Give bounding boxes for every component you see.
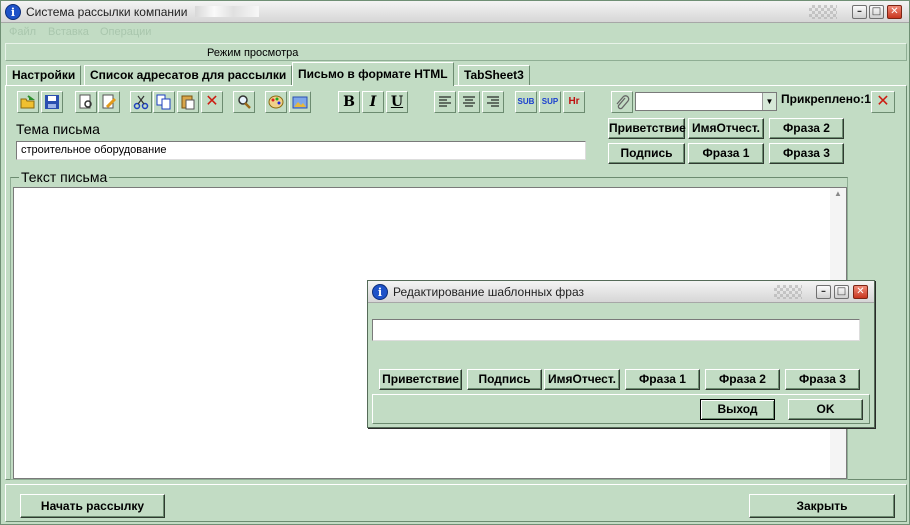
phrase-template-dialog: i Редактирование шаблонных фраз – □ ✕ Пр… [367,280,875,428]
name-patronymic-button[interactable]: ИмяОтчест. [688,118,764,139]
delete-icon: ✕ [205,93,219,110]
body-label: Текст письма [19,169,110,185]
dialog-maximize-button[interactable]: □ [834,285,849,299]
horizontal-rule-button[interactable]: Hr [563,91,585,113]
dialog-signature-button[interactable]: Подпись [467,369,542,390]
dialog-title-bar[interactable]: i Редактирование шаблонных фраз – □ ✕ [368,281,874,303]
align-right-icon [487,96,499,107]
dialog-phrase1-button[interactable]: Фраза 1 [625,369,700,390]
phrase1-button[interactable]: Фраза 1 [688,143,764,164]
save-icon [45,95,59,109]
copy-button[interactable] [153,91,175,113]
phrase-input[interactable] [372,319,860,341]
subject-label: Тема письма [16,121,100,137]
minimize-button[interactable]: – [852,5,867,19]
save-button[interactable] [41,91,63,113]
bold-button[interactable]: B [338,91,360,113]
ok-button[interactable]: OK [788,399,863,420]
remove-attachment-button[interactable]: ✕ [871,91,895,113]
maximize-button[interactable]: □ [869,5,884,19]
attachments-combo[interactable]: ▼ [635,92,777,111]
title-pattern [809,5,837,19]
dialog-phrase2-button[interactable]: Фраза 2 [705,369,780,390]
title-bar[interactable]: i Система рассылки компании – □ ✕ [1,1,909,23]
menu-file[interactable]: Файл [9,26,36,38]
subject-input[interactable]: строительное оборудование [16,141,586,160]
paste-icon [181,95,195,110]
paperclip-icon [616,95,630,110]
dialog-close-button[interactable]: ✕ [853,285,868,299]
italic-button[interactable]: I [362,91,384,113]
attach-button[interactable] [611,91,633,113]
redacted-company-name [195,6,259,17]
image-button[interactable] [289,91,311,113]
dialog-greeting-button[interactable]: Приветствие [379,369,462,390]
color-palette-icon [268,95,284,109]
start-mailing-button[interactable]: Начать рассылку [20,494,165,518]
find-button[interactable] [233,91,255,113]
open-folder-icon [20,95,35,109]
dialog-title: Редактирование шаблонных фраз [393,285,584,299]
preview-icon [79,94,92,109]
align-left-icon [439,96,451,107]
chevron-down-icon[interactable]: ▼ [762,93,776,110]
tab-recipients[interactable]: Список адресатов для рассылки [84,65,293,85]
info-icon: i [5,4,21,20]
superscript-button[interactable]: SUP [539,91,561,113]
delete-button[interactable]: ✕ [201,91,223,113]
preview-button[interactable] [75,91,97,113]
align-center-button[interactable] [458,91,480,113]
image-icon [292,96,308,109]
tab-settings[interactable]: Настройки [6,65,82,85]
edit-button[interactable] [98,91,120,113]
phrase3-button[interactable]: Фраза 3 [769,143,844,164]
close-window-button[interactable]: ✕ [887,5,902,19]
delete-icon: ✕ [876,93,890,110]
main-window: i Система рассылки компании – □ ✕ Файл В… [0,0,910,525]
title-pattern [774,285,802,299]
find-icon [238,95,251,109]
attached-count: Прикреплено:1 [781,92,871,106]
window-title: Система рассылки компании [26,5,188,19]
dialog-name-patronymic-button[interactable]: ИмяОтчест. [544,369,620,390]
mode-label: Режим просмотра [207,47,299,59]
greeting-button[interactable]: Приветствие [608,118,686,139]
edit-icon [102,94,117,109]
open-button[interactable] [17,91,39,113]
scroll-up-icon[interactable]: ▲ [830,189,846,198]
menu-insert[interactable]: Вставка [48,26,89,38]
tab-html-letter[interactable]: Письмо в формате HTML [292,62,454,86]
cut-icon [133,95,149,110]
tab-tabsheet3[interactable]: TabSheet3 [458,65,530,85]
exit-button[interactable]: Выход [700,399,775,420]
mode-bar: Режим просмотра [5,43,907,61]
copy-icon [156,94,171,110]
menu-bar: Файл Вставка Операции [1,23,909,41]
subscript-button[interactable]: SUB [515,91,537,113]
color-button[interactable] [265,91,287,113]
dialog-minimize-button[interactable]: – [816,285,831,299]
underline-button[interactable]: U [386,91,408,113]
signature-button[interactable]: Подпись [608,143,685,164]
phrase2-button[interactable]: Фраза 2 [769,118,844,139]
close-button[interactable]: Закрыть [749,494,895,518]
info-icon: i [372,284,388,300]
align-right-button[interactable] [482,91,504,113]
cut-button[interactable] [130,91,152,113]
paste-button[interactable] [177,91,199,113]
dialog-phrase3-button[interactable]: Фраза 3 [785,369,860,390]
menu-operations[interactable]: Операции [100,26,151,38]
align-left-button[interactable] [434,91,456,113]
align-center-icon [463,96,475,107]
